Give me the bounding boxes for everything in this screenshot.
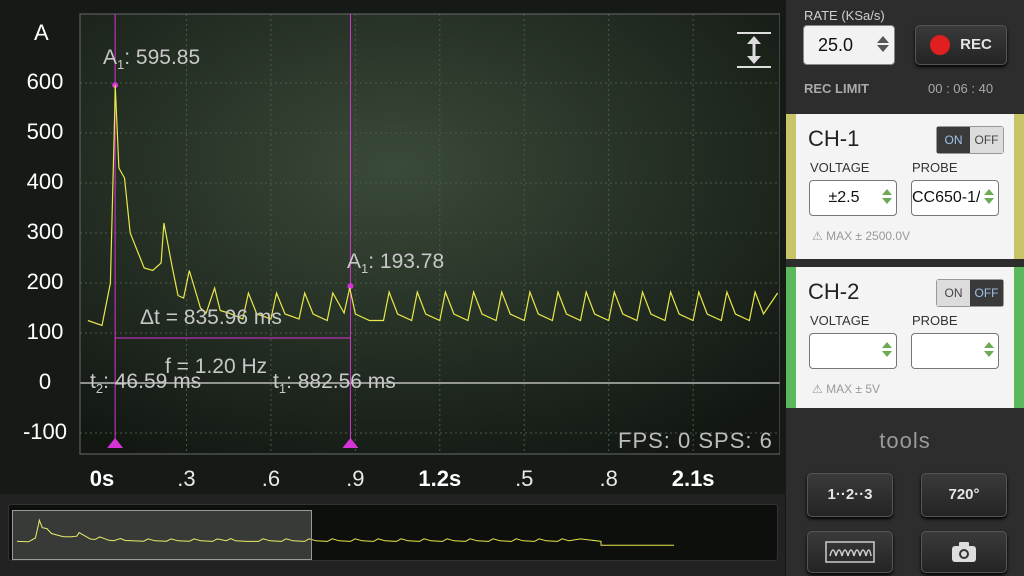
channel-1-card: CH-1 ON OFF VOLTAGE PROBE ±2.5 CC650-1/ … [786, 114, 1024, 259]
ch2-probe-select[interactable] [911, 333, 999, 369]
camera-icon [952, 542, 976, 562]
warning-icon: ⚠ [812, 229, 827, 243]
rate-label: RATE (KSa/s) [804, 8, 885, 23]
channel-order-button[interactable]: 1··2··3 [807, 473, 893, 517]
t2-readout: t2: 46.59 ms [90, 370, 202, 397]
ch1-voltage-label: VOLTAGE [810, 160, 870, 175]
ch2-voltage-spinner-icon[interactable] [880, 339, 894, 360]
vertical-expand-icon [737, 32, 771, 68]
ch1-max-warning: ⚠ MAX ± 2500.0V [812, 229, 911, 243]
waveform-icon [825, 541, 875, 563]
record-button[interactable]: REC [915, 25, 1007, 65]
y-tick-label: 100 [26, 319, 64, 344]
ch1-on-off-toggle[interactable]: ON OFF [936, 126, 1004, 154]
y-unit-label: A [34, 20, 49, 45]
ch1-on-option[interactable]: ON [937, 127, 970, 153]
delta-t-readout: Δt = 835.96 ms [140, 306, 282, 329]
ch1-probe-spinner-icon[interactable] [982, 186, 996, 207]
ch2-color-bar [786, 267, 796, 408]
ch1-color-bar [786, 114, 796, 259]
rec-limit-time[interactable]: 00 : 06 : 40 [928, 81, 993, 96]
waveform-mode-button[interactable] [807, 531, 893, 573]
tools-label: tools [879, 428, 931, 453]
marker1-readout: A1: 595.85 [103, 46, 201, 73]
x-tick-label: .6 [261, 466, 281, 491]
rate-spinner-icon[interactable] [876, 34, 890, 54]
ch1-color-bar-right [1014, 114, 1024, 259]
screenshot-button[interactable] [921, 531, 1007, 573]
channel-2-card: CH-2 ON OFF VOLTAGE PROBE ⚠ MAX ± 5V [786, 267, 1024, 408]
record-dot-icon [930, 35, 951, 56]
ch1-probe-value: CC650-1/ [912, 189, 980, 206]
t1-readout: t1: 882.56 ms [273, 370, 396, 397]
ch2-title: CH-2 [808, 279, 860, 304]
x-tick-label: .3 [177, 466, 196, 491]
x-tick-label: 0s [89, 466, 115, 491]
cursor-point-2 [347, 283, 354, 290]
ch2-probe-spinner-icon[interactable] [982, 339, 996, 360]
warning-icon: ⚠ [812, 382, 827, 396]
ch2-voltage-label: VOLTAGE [810, 313, 870, 328]
x-tick-label: .5 [515, 466, 534, 491]
ch1-off-option[interactable]: OFF [970, 127, 1003, 153]
ch1-probe-select[interactable]: CC650-1/ [911, 180, 999, 216]
y-tick-label: 0 [38, 369, 52, 394]
x-tick-label: 2.1s [671, 466, 715, 491]
x-tick-label: 1.2s [418, 466, 462, 491]
x-tick-label: .8 [599, 466, 618, 491]
rate-stepper[interactable]: 25.0 [803, 25, 895, 65]
ch2-probe-label: PROBE [912, 313, 958, 328]
overview-window-handle[interactable] [12, 510, 312, 560]
auto-fit-vertical-button[interactable] [735, 30, 773, 70]
y-tick-label: 500 [26, 119, 64, 144]
overview-strip[interactable] [0, 494, 785, 576]
rate-value: 25.0 [818, 35, 854, 55]
oscilloscope-display[interactable]: A 600 500 400 300 200 100 0 -100 0s .3 .6 .9 1.2s .5… [0, 0, 785, 491]
fps-sps-readout: FPS: 0 SPS: 6 [618, 428, 773, 453]
marker2-readout: A1: 193.78 [347, 250, 445, 277]
ch1-title: CH-1 [808, 126, 860, 151]
ch1-voltage-spinner-icon[interactable] [880, 186, 894, 207]
ch2-on-option[interactable]: ON [937, 280, 970, 306]
control-panel: RATE (KSa/s) 25.0 REC REC LIMIT 00 : 06 … [786, 0, 1024, 576]
ch2-max-warning: ⚠ MAX ± 5V [812, 382, 881, 396]
y-tick-label: 300 [26, 219, 64, 244]
plot-area[interactable]: A 600 500 400 300 200 100 0 -100 0s .3 .6 .9 1.2s .5… [10, 10, 780, 491]
y-tick-label: -100 [22, 419, 68, 444]
ch2-off-option[interactable]: OFF [970, 280, 1003, 306]
ch2-voltage-select[interactable] [809, 333, 897, 369]
rotate-720-button[interactable]: 720° [921, 473, 1007, 517]
ch1-voltage-select[interactable]: ±2.5 [809, 180, 897, 216]
ch1-voltage-value: ±2.5 [828, 189, 860, 206]
ch2-on-off-toggle[interactable]: ON OFF [936, 279, 1004, 307]
ch1-probe-label: PROBE [912, 160, 958, 175]
x-tick-label: .9 [346, 466, 365, 491]
ch2-color-bar-right [1014, 267, 1024, 408]
y-tick-label: 400 [26, 169, 64, 194]
y-tick-label: 200 [26, 269, 64, 294]
rec-limit-label: REC LIMIT [804, 81, 869, 96]
y-tick-label: 600 [26, 69, 64, 94]
